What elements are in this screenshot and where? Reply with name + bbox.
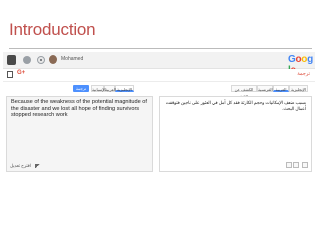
language-toolbar: ترجمة الإنجليزية العربية الإسبانية الإنج… <box>3 84 315 99</box>
title-divider <box>9 48 312 49</box>
screenshot-frame: Mohamed Google G+ ترجمة ترجمة الإنجليزية… <box>3 52 315 180</box>
input-pane[interactable]: بسبب ضعف الإمكانيات وحجم الكارثة فقد كل … <box>159 96 312 172</box>
google-bar: G+ ترجمة <box>3 69 315 82</box>
google-logo-letter: G <box>288 54 296 65</box>
chevron-down-icon[interactable] <box>293 162 299 168</box>
apps-icon[interactable] <box>7 71 13 78</box>
avatar[interactable] <box>49 55 57 64</box>
tab-source-french[interactable]: الفرنسية <box>257 85 273 92</box>
tab-source-english[interactable]: الإنجليزية <box>289 85 308 92</box>
microphone-icon[interactable] <box>302 162 308 168</box>
google-logo-letter: g <box>307 54 313 65</box>
tab-source-arabic[interactable]: العربية <box>273 85 289 92</box>
translate-label: ترجمة <box>297 71 310 77</box>
translate-button[interactable]: ترجمة <box>73 85 89 92</box>
keyboard-icon[interactable] <box>286 162 292 168</box>
google-plus-link[interactable]: G+ <box>17 70 25 76</box>
translated-text: Because of the weakness of the potential… <box>11 99 147 119</box>
output-pane: Because of the weakness of the potential… <box>6 96 153 172</box>
source-text[interactable]: بسبب ضعف الإمكانيات وحجم الكارثة فقد كل … <box>164 100 306 112</box>
extension-icon[interactable] <box>7 55 16 65</box>
user-name[interactable]: Mohamed <box>61 56 83 62</box>
tab-target-english[interactable]: الإنجليزية <box>115 85 134 92</box>
suggest-edit-link[interactable]: اقترح تعديل <box>10 163 31 169</box>
pencil-icon[interactable] <box>35 164 40 169</box>
tab-detect-language[interactable]: الكشف عن اللغة <box>231 85 257 99</box>
slide-title: Introduction <box>9 20 96 39</box>
browser-top-bar: Mohamed Google <box>3 52 315 76</box>
settings-icon[interactable] <box>23 56 31 64</box>
tab-target-spanish[interactable]: الإسبانية <box>91 85 106 92</box>
target-icon[interactable] <box>37 56 45 64</box>
